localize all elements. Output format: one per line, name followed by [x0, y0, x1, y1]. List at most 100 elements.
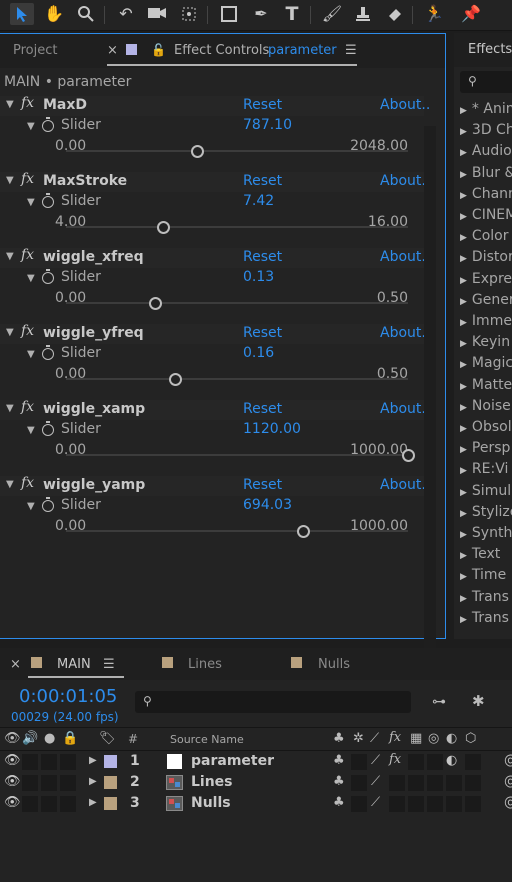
stopwatch-icon[interactable] [42, 269, 54, 284]
expand-triangle-icon[interactable]: ▶ [460, 148, 467, 158]
effects-category-item[interactable]: ▶ Chann [460, 186, 512, 202]
solo-toggle[interactable] [41, 754, 57, 770]
expand-triangle-icon[interactable]: ▶ [460, 276, 467, 286]
effects-category-item[interactable]: ▶ Keyin [460, 334, 510, 350]
tab-effects[interactable]: Effects [468, 42, 512, 57]
rectangle-tool-icon[interactable] [217, 3, 241, 25]
timeline-search-input[interactable]: ⚲ [135, 691, 411, 713]
lock-toggle[interactable] [60, 754, 76, 770]
effects-category-item[interactable]: ▶ Blur & [460, 165, 512, 181]
solo-switch-icon[interactable]: ● [44, 731, 55, 746]
effects-search-input[interactable]: ⚲ [460, 71, 512, 93]
reset-link[interactable]: Reset [243, 477, 282, 493]
rotate-tool-icon[interactable]: ↶ [114, 3, 138, 25]
reset-link[interactable]: Reset [243, 173, 282, 189]
collapse-toggle[interactable] [351, 754, 367, 770]
about-link[interactable]: About.. [380, 477, 430, 493]
shy-switch-icon[interactable]: ♣ [333, 731, 345, 746]
shy-toggle-icon[interactable]: ♣ [333, 753, 345, 768]
effect-toggle[interactable] [389, 796, 405, 812]
about-link[interactable]: About.. [380, 173, 430, 189]
effect-switch-icon[interactable]: fx [389, 730, 401, 745]
collapse-switch-icon[interactable]: ✲ [353, 731, 364, 746]
effects-category-item[interactable]: ▶ Noise [460, 398, 511, 414]
tab-layer-name[interactable]: parameter [268, 43, 337, 58]
reset-link[interactable]: Reset [243, 325, 282, 341]
audio-toggle[interactable] [22, 796, 38, 812]
about-link[interactable]: About.. [380, 97, 430, 113]
puppet-tool-icon[interactable]: 🏃 [422, 3, 446, 25]
expand-triangle-icon[interactable]: ▶ [460, 339, 467, 349]
reset-link[interactable]: Reset [243, 97, 282, 113]
selection-tool-icon[interactable] [10, 3, 34, 25]
3d-layer-toggle[interactable] [465, 775, 481, 791]
effects-category-item[interactable]: ▶ Obsol [460, 419, 512, 435]
pen-tool-icon[interactable]: ✒ [249, 3, 273, 25]
quality-toggle-icon[interactable]: ⟋ [371, 753, 380, 768]
close-icon[interactable]: × [10, 657, 21, 672]
expand-triangle-icon[interactable]: ▼ [6, 327, 14, 338]
about-link[interactable]: About.. [380, 249, 430, 265]
slider-knob[interactable] [169, 373, 183, 386]
expand-triangle-icon[interactable]: ▶ [460, 127, 467, 137]
expand-triangle-icon[interactable]: ▶ [460, 191, 467, 201]
stopwatch-icon[interactable] [42, 193, 54, 208]
audio-switch-icon[interactable]: 🔊 [22, 731, 38, 746]
pin-tool-icon[interactable]: 📌 [459, 3, 483, 25]
draft-3d-icon[interactable]: ✱ [472, 692, 485, 710]
expand-triangle-icon[interactable]: ▶ [460, 170, 467, 180]
video-switch-icon[interactable]: 👁 [4, 731, 21, 746]
effects-category-item[interactable]: ▶ Trans [460, 589, 509, 605]
tab-nulls[interactable]: Nulls [318, 657, 350, 672]
fx-toggle-icon[interactable]: fx [21, 171, 34, 187]
slider-value[interactable]: 694.03 [243, 497, 292, 513]
slider-knob[interactable] [148, 297, 162, 310]
slider-knob[interactable] [157, 221, 171, 234]
expand-triangle-icon[interactable]: ▼ [6, 403, 14, 414]
effects-category-item[interactable]: ▶ Audio [460, 143, 512, 159]
slider-track[interactable] [66, 226, 408, 228]
type-tool-icon[interactable]: T [280, 3, 304, 25]
brush-tool-icon[interactable]: 🖌 [320, 3, 344, 25]
reset-link[interactable]: Reset [243, 249, 282, 265]
source-name-header[interactable]: Source Name [170, 733, 244, 746]
fx-toggle-icon[interactable]: fx [21, 475, 34, 491]
eraser-tool-icon[interactable] [382, 3, 406, 25]
parent-pickwhip-icon[interactable]: @ [504, 753, 512, 768]
expand-triangle-icon[interactable]: ▶ [460, 212, 467, 222]
eye-icon[interactable]: 👁 [4, 774, 21, 789]
effects-category-item[interactable]: ▶ Matte [460, 377, 512, 393]
layer-name[interactable]: parameter [191, 753, 274, 769]
effects-category-item[interactable]: ▶ Expre [460, 271, 512, 287]
effects-category-item[interactable]: ▶ Distor [460, 249, 512, 265]
slider-value[interactable]: 1120.00 [243, 421, 301, 437]
expand-triangle-icon[interactable]: ▼ [6, 251, 14, 262]
effect-header-row[interactable]: ▼ fx wiggle_yfreq Reset About.. [0, 323, 430, 344]
close-icon[interactable]: × [107, 43, 118, 58]
comp-flowchart-icon[interactable]: ⊶ [432, 694, 446, 710]
expand-triangle-icon[interactable]: ▼ [27, 273, 35, 284]
tab-lines[interactable]: Lines [188, 657, 222, 672]
tab-project[interactable]: Project [13, 43, 57, 58]
expand-triangle-icon[interactable]: ▶ [460, 424, 467, 434]
expand-triangle-icon[interactable]: ▶ [89, 776, 97, 787]
expand-triangle-icon[interactable]: ▶ [460, 572, 467, 582]
slider-track[interactable] [66, 454, 408, 456]
panel-menu-icon[interactable]: ☰ [345, 43, 357, 58]
effect-header-row[interactable]: ▼ fx wiggle_xamp Reset About.. [0, 399, 430, 420]
fx-toggle-icon[interactable]: fx [21, 247, 34, 263]
expand-triangle-icon[interactable]: ▶ [460, 318, 467, 328]
slider-knob[interactable] [402, 449, 415, 462]
3d-layer-toggle[interactable] [465, 754, 481, 770]
expand-triangle-icon[interactable]: ▶ [460, 233, 467, 243]
solo-toggle[interactable] [41, 796, 57, 812]
stopwatch-icon[interactable] [42, 497, 54, 512]
effect-toggle-icon[interactable]: fx [389, 752, 401, 767]
parent-pickwhip-icon[interactable]: @ [504, 774, 512, 789]
expand-triangle-icon[interactable]: ▶ [460, 254, 467, 264]
quality-switch-icon[interactable]: ⟋ [370, 731, 379, 746]
shy-toggle-icon[interactable]: ♣ [333, 774, 345, 789]
tab-effect-controls[interactable]: Effect Controls [174, 43, 269, 58]
slider-track[interactable] [66, 378, 408, 380]
effects-category-item[interactable]: ▶ Stylize [460, 504, 512, 520]
